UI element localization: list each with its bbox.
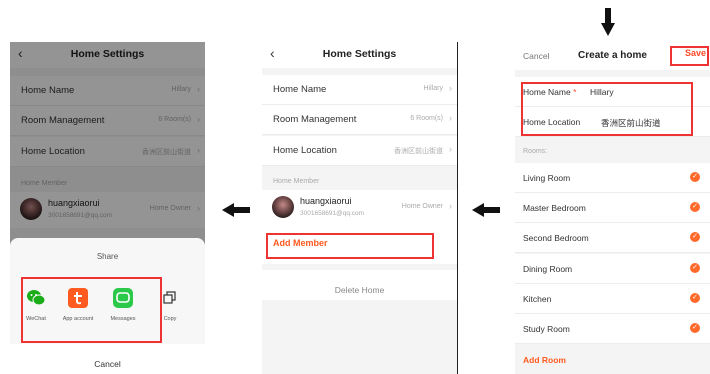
check-icon[interactable]: ✓: [690, 202, 700, 212]
room-name: Master Bedroom: [523, 203, 586, 213]
copy-icon: [160, 288, 180, 308]
room-management-label: Room Management: [273, 114, 357, 125]
room-management-row[interactable]: Room Management 6 Room(s) ›: [262, 105, 457, 135]
member-row[interactable]: huangxiaorui 3001658691@qq.com Home Owne…: [262, 190, 457, 226]
room-item[interactable]: Study Room ✓: [515, 314, 710, 344]
member-role: Home Owner: [401, 203, 443, 210]
room-item[interactable]: Dining Room ✓: [515, 254, 710, 284]
chevron-right-icon: ›: [449, 113, 452, 123]
delete-home-label: Delete Home: [334, 285, 385, 295]
home-location-value: 香洲区前山街道: [394, 148, 443, 155]
chevron-right-icon: ›: [449, 201, 452, 211]
room-name: Kitchen: [523, 294, 552, 304]
down-arrow-icon: [601, 8, 615, 36]
room-name: Dining Room: [523, 264, 573, 274]
share-title: Share: [96, 252, 119, 261]
check-icon[interactable]: ✓: [690, 232, 700, 242]
chevron-right-icon: ›: [449, 144, 452, 154]
home-location-row[interactable]: Home Location 香洲区前山街道 ›: [262, 136, 457, 166]
cancel-button[interactable]: Cancel: [10, 344, 205, 374]
avatar: [272, 196, 294, 218]
add-room-button[interactable]: Add Room: [523, 355, 566, 365]
rooms-section-label: Rooms:: [523, 148, 548, 155]
room-item[interactable]: Master Bedroom ✓: [515, 193, 710, 223]
room-name: Study Room: [523, 324, 570, 334]
check-icon[interactable]: ✓: [690, 323, 700, 333]
chevron-right-icon: ›: [449, 83, 452, 93]
page-title: Home Settings: [322, 48, 397, 60]
delete-home-button[interactable]: Delete Home: [262, 270, 457, 300]
check-icon[interactable]: ✓: [690, 293, 700, 303]
room-item[interactable]: Kitchen ✓: [515, 284, 710, 314]
highlight-box: [266, 233, 434, 259]
member-name: huangxiaorui: [300, 196, 352, 206]
highlight-box: [21, 277, 162, 343]
left-arrow-icon: [472, 203, 500, 217]
home-name-row[interactable]: Home Name Hillary ›: [262, 75, 457, 105]
check-icon[interactable]: ✓: [690, 263, 700, 273]
room-item[interactable]: Second Bedroom ✓: [515, 223, 710, 253]
home-name-value: Hillary: [423, 85, 443, 92]
home-member-section-label: Home Member: [273, 178, 320, 185]
member-email: 3001658691@qq.com: [300, 210, 365, 217]
create-home-screen: Cancel Create a home Save Home Name * Hi…: [515, 42, 710, 374]
room-name: Living Room: [523, 173, 571, 183]
home-name-label: Home Name: [273, 84, 327, 95]
check-icon[interactable]: ✓: [690, 172, 700, 182]
share-screen: ‹ Home Settings Home Name Hillary › Room…: [10, 42, 205, 374]
room-item[interactable]: Living Room ✓: [515, 163, 710, 193]
home-settings-screen: ‹ Home Settings Home Name Hillary › Room…: [262, 42, 458, 374]
left-arrow-icon: [222, 203, 250, 217]
room-name: Second Bedroom: [523, 233, 589, 243]
nav-bar: ‹ Home Settings: [262, 42, 457, 68]
highlight-box: [521, 82, 693, 136]
cancel-label: Cancel: [94, 359, 121, 369]
home-location-label: Home Location: [273, 145, 337, 156]
room-count-value: 6 Room(s): [410, 115, 443, 122]
highlight-box: [670, 46, 709, 66]
